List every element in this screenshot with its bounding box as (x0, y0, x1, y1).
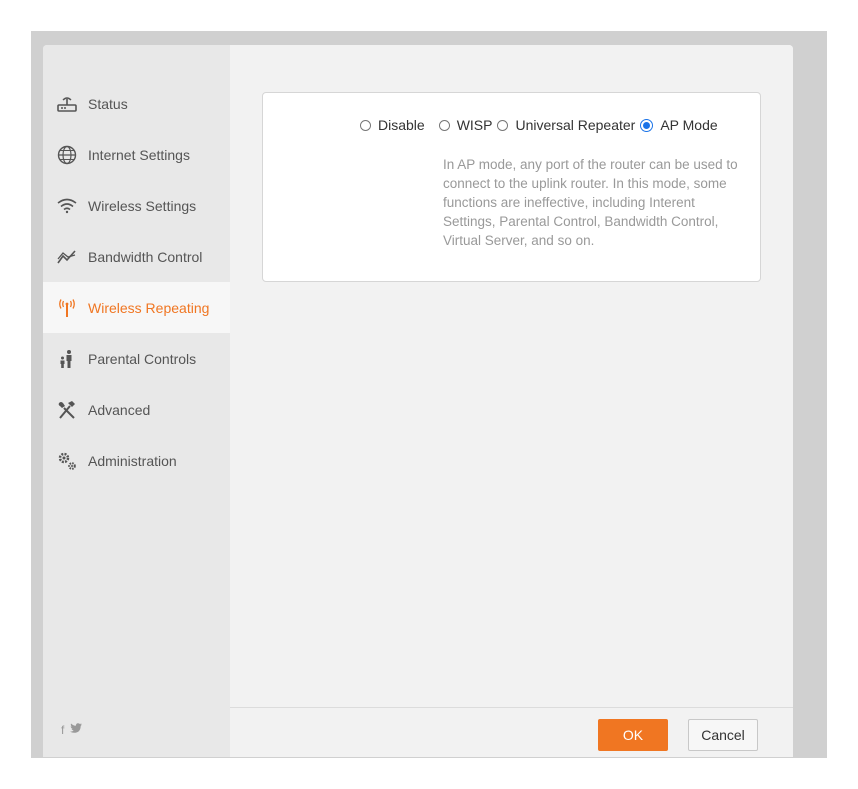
tools-icon (57, 400, 77, 420)
sidebar-item-internet-settings[interactable]: Internet Settings (43, 129, 230, 180)
radio-wisp[interactable]: WISP (438, 117, 493, 133)
sidebar-item-label: Wireless Repeating (88, 299, 210, 316)
sidebar-item-label: Advanced (88, 401, 151, 418)
radio-label: Disable (378, 117, 425, 133)
radio-disable[interactable]: Disable (360, 117, 425, 133)
sidebar-item-wireless-settings[interactable]: Wireless Settings (43, 180, 230, 231)
bandwidth-icon (57, 247, 77, 267)
sidebar: Status Internet Settings Wireless Settin… (43, 45, 230, 757)
sidebar-item-wireless-repeating[interactable]: Wireless Repeating (43, 282, 230, 333)
mode-description: In AP mode, any port of the router can b… (443, 157, 738, 248)
radio-button[interactable] (497, 119, 509, 131)
sidebar-item-label: Internet Settings (88, 146, 190, 163)
radio-button-checked[interactable] (640, 118, 654, 132)
radio-label: AP Mode (660, 117, 718, 133)
wifi-icon (57, 196, 77, 216)
social-links: f (61, 723, 83, 737)
sidebar-item-bandwidth-control[interactable]: Bandwidth Control (43, 231, 230, 282)
sidebar-item-status[interactable]: Status (43, 78, 230, 129)
mode-radio-group: Disable WISP Universal Repeater AP Mode (360, 115, 718, 135)
sidebar-item-label: Bandwidth Control (88, 248, 203, 265)
sidebar-item-parental-controls[interactable]: Parental Controls (43, 333, 230, 384)
globe-icon (57, 145, 77, 165)
gears-icon (57, 451, 77, 471)
twitter-icon[interactable] (70, 723, 83, 737)
antenna-icon (57, 298, 77, 318)
sidebar-item-label: Parental Controls (88, 350, 197, 367)
main-content: Disable WISP Universal Repeater AP Mode … (230, 45, 793, 757)
sidebar-item-administration[interactable]: Administration (43, 435, 230, 486)
router-admin-window: Status Internet Settings Wireless Settin… (43, 45, 793, 757)
sidebar-item-label: Status (88, 95, 128, 112)
radio-button[interactable] (438, 119, 450, 131)
radio-ap-mode[interactable]: AP Mode (640, 117, 718, 133)
radio-label: WISP (456, 117, 493, 133)
cancel-button[interactable]: Cancel (688, 719, 758, 751)
footer-bar: OK Cancel (230, 707, 793, 757)
radio-button[interactable] (360, 119, 371, 131)
router-icon (57, 94, 77, 114)
radio-universal-repeater[interactable]: Universal Repeater (497, 117, 635, 133)
ok-button[interactable]: OK (598, 719, 668, 751)
sidebar-item-label: Wireless Settings (88, 197, 197, 214)
sidebar-item-advanced[interactable]: Advanced (43, 384, 230, 435)
parent-child-icon (57, 349, 77, 369)
facebook-icon[interactable]: f (61, 723, 64, 737)
radio-label: Universal Repeater (515, 117, 636, 133)
sidebar-item-label: Administration (88, 452, 177, 469)
repeating-mode-panel: Disable WISP Universal Repeater AP Mode … (262, 92, 761, 282)
